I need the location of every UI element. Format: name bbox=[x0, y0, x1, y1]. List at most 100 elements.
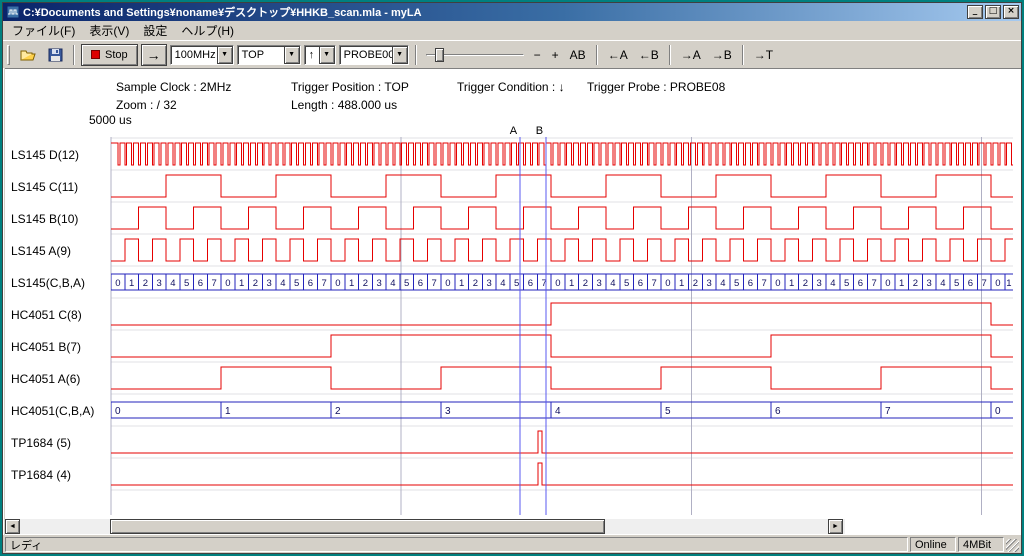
run-button[interactable]: → bbox=[141, 44, 167, 66]
svg-text:4: 4 bbox=[830, 278, 835, 289]
ab-range-button[interactable]: AB bbox=[566, 46, 590, 64]
trigger-position-select[interactable]: TOP ▼ bbox=[237, 45, 301, 65]
trigger-condition-info: Trigger Condition : ↓ bbox=[457, 80, 565, 94]
svg-text:3: 3 bbox=[706, 278, 711, 289]
svg-text:5: 5 bbox=[184, 278, 189, 289]
svg-text:0: 0 bbox=[665, 278, 670, 289]
sample-clock-select[interactable]: 100MHz ▼ bbox=[170, 45, 234, 65]
svg-text:4: 4 bbox=[390, 278, 395, 289]
svg-text:6: 6 bbox=[418, 278, 423, 289]
svg-text:7: 7 bbox=[871, 278, 876, 289]
svg-text:0: 0 bbox=[115, 406, 121, 417]
svg-text:0: 0 bbox=[115, 278, 120, 289]
svg-text:6: 6 bbox=[748, 278, 753, 289]
chevron-down-icon[interactable]: ▼ bbox=[217, 46, 233, 64]
svg-text:4: 4 bbox=[280, 278, 285, 289]
svg-text:5: 5 bbox=[514, 278, 519, 289]
svg-text:4: 4 bbox=[500, 278, 505, 289]
channel-label: LS145 C(11) bbox=[11, 180, 78, 194]
titlebar: C:¥Documents and Settings¥noname¥デスクトップ¥… bbox=[3, 3, 1021, 21]
svg-text:3: 3 bbox=[816, 278, 821, 289]
waveform-plot[interactable]: 0123456701234567012345670123456701234567… bbox=[109, 123, 1015, 521]
close-button[interactable]: × bbox=[1003, 5, 1019, 19]
open-folder-icon bbox=[20, 48, 37, 62]
stop-button[interactable]: Stop bbox=[81, 44, 138, 66]
svg-text:6: 6 bbox=[528, 278, 533, 289]
goto-marker-a-left-button[interactable]: ←A bbox=[604, 46, 632, 64]
svg-text:2: 2 bbox=[583, 278, 588, 289]
goto-trigger-button[interactable]: →T bbox=[750, 46, 777, 64]
menu-help[interactable]: ヘルプ(H) bbox=[174, 20, 241, 41]
open-file-button[interactable] bbox=[16, 44, 40, 66]
scroll-left-icon[interactable]: ◄ bbox=[5, 519, 20, 534]
save-file-button[interactable] bbox=[43, 44, 67, 66]
svg-text:7: 7 bbox=[211, 278, 216, 289]
channel-label: TP1684 (4) bbox=[11, 468, 71, 482]
channel-label: HC4051 C(8) bbox=[11, 308, 82, 322]
menu-settings[interactable]: 設定 bbox=[136, 20, 174, 41]
svg-text:6: 6 bbox=[638, 278, 643, 289]
svg-text:7: 7 bbox=[651, 278, 656, 289]
svg-text:0: 0 bbox=[885, 278, 890, 289]
svg-text:6: 6 bbox=[308, 278, 313, 289]
status-memory: 4MBit bbox=[958, 537, 1004, 552]
content-area: Sample Clock : 2MHz Trigger Position : T… bbox=[5, 68, 1021, 537]
chevron-down-icon[interactable]: ▼ bbox=[284, 46, 300, 64]
trigger-probe-info: Trigger Probe : PROBE08 bbox=[587, 80, 725, 94]
menu-file[interactable]: ファイル(F) bbox=[5, 20, 82, 41]
svg-text:3: 3 bbox=[266, 278, 271, 289]
svg-text:1: 1 bbox=[679, 278, 684, 289]
channel-label: TP1684 (5) bbox=[11, 436, 71, 450]
menu-view[interactable]: 表示(V) bbox=[82, 20, 136, 41]
svg-text:0: 0 bbox=[995, 406, 1001, 417]
channel-label: LS145 D(12) bbox=[11, 148, 79, 162]
trigger-position-info: Trigger Position : TOP bbox=[291, 80, 409, 94]
svg-text:6: 6 bbox=[968, 278, 973, 289]
channel-label: LS145(C,B,A) bbox=[11, 276, 85, 290]
length-info: Length : 488.000 us bbox=[291, 98, 397, 112]
svg-text:6: 6 bbox=[198, 278, 203, 289]
svg-text:0: 0 bbox=[775, 278, 780, 289]
svg-text:4: 4 bbox=[170, 278, 175, 289]
svg-text:1: 1 bbox=[459, 278, 464, 289]
svg-text:5: 5 bbox=[954, 278, 959, 289]
zoom-slider[interactable] bbox=[423, 45, 527, 65]
svg-text:3: 3 bbox=[445, 406, 451, 417]
minimize-button[interactable]: _ bbox=[967, 5, 983, 19]
trigger-probe-value: PROBE00 bbox=[340, 46, 392, 64]
svg-text:0: 0 bbox=[555, 278, 560, 289]
toolbar-separator bbox=[73, 45, 75, 65]
svg-text:4: 4 bbox=[720, 278, 725, 289]
svg-text:1: 1 bbox=[349, 278, 354, 289]
goto-marker-b-right-button[interactable]: →B bbox=[708, 46, 736, 64]
horizontal-scrollbar[interactable]: ◄ ► bbox=[5, 519, 845, 534]
stop-icon bbox=[91, 50, 100, 59]
chevron-down-icon[interactable]: ▼ bbox=[319, 46, 335, 64]
svg-text:7: 7 bbox=[981, 278, 986, 289]
marker-label: A bbox=[510, 125, 518, 137]
scrollbar-thumb[interactable] bbox=[110, 519, 605, 534]
zoom-slider-thumb[interactable] bbox=[435, 48, 444, 62]
chevron-down-icon[interactable]: ▼ bbox=[392, 46, 408, 64]
trigger-edge-select[interactable]: ↑ ▼ bbox=[304, 45, 336, 65]
status-ready: レディ bbox=[5, 537, 908, 552]
goto-marker-a-right-button[interactable]: →A bbox=[677, 46, 705, 64]
svg-text:3: 3 bbox=[376, 278, 381, 289]
resize-grip[interactable] bbox=[1006, 539, 1019, 552]
zoom-in-button[interactable]: + bbox=[548, 46, 563, 64]
toolbar-separator bbox=[415, 45, 417, 65]
zoom-out-button[interactable]: − bbox=[530, 46, 545, 64]
channel-label: LS145 A(9) bbox=[11, 244, 71, 258]
marker-label: B bbox=[536, 125, 543, 137]
channel-label: HC4051(C,B,A) bbox=[11, 404, 94, 418]
goto-marker-b-left-button[interactable]: ←B bbox=[635, 46, 663, 64]
scroll-right-icon[interactable]: ► bbox=[828, 519, 843, 534]
trigger-probe-select[interactable]: PROBE00 ▼ bbox=[339, 45, 409, 65]
svg-text:4: 4 bbox=[555, 406, 561, 417]
svg-text:3: 3 bbox=[596, 278, 601, 289]
sample-clock-info: Sample Clock : 2MHz bbox=[116, 80, 231, 94]
svg-text:1: 1 bbox=[789, 278, 794, 289]
svg-text:1: 1 bbox=[1006, 278, 1011, 289]
status-online: Online bbox=[910, 537, 956, 552]
maximize-button[interactable]: □ bbox=[985, 5, 1001, 19]
